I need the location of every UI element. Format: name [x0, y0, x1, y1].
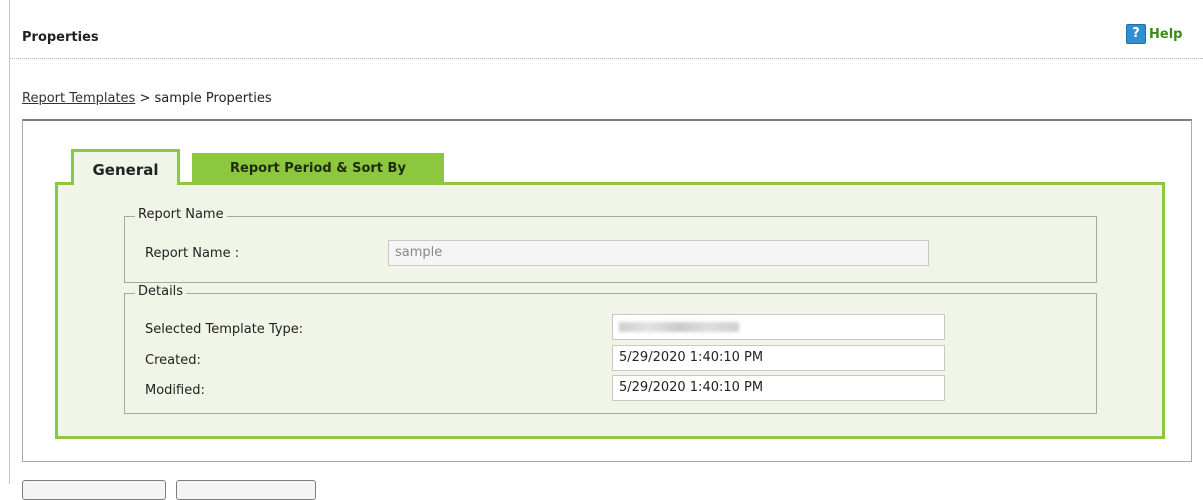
created-label: Created:	[145, 353, 201, 368]
template-type-label: Selected Template Type:	[145, 322, 304, 337]
tab-report-period-sort-by[interactable]: Report Period & Sort By	[192, 153, 444, 185]
report-name-field[interactable]: sample	[388, 240, 929, 266]
report-name-legend: Report Name	[135, 207, 227, 222]
details-fieldset: Details Selected Template Type: Created:…	[124, 284, 1097, 414]
tab-content-general: Report Name Report Name : sample Details…	[55, 182, 1165, 439]
bottom-button-1[interactable]	[22, 480, 166, 500]
tab-general[interactable]: General	[71, 149, 180, 185]
question-mark-icon[interactable]: ?	[1126, 24, 1146, 44]
template-type-field[interactable]	[612, 314, 945, 340]
modified-label: Modified:	[145, 383, 205, 398]
redacted-value	[619, 322, 739, 332]
breadcrumb: Report Templates > sample Properties	[22, 91, 272, 106]
created-field[interactable]: 5/29/2020 1:40:10 PM	[612, 345, 945, 371]
title-divider	[10, 58, 1203, 59]
bottom-button-2[interactable]	[176, 480, 316, 500]
page-left-border	[9, 0, 10, 484]
breadcrumb-link-report-templates[interactable]: Report Templates	[22, 91, 135, 106]
page-title: Properties	[22, 30, 99, 45]
help-link[interactable]: ? Help	[1126, 24, 1182, 44]
report-name-fieldset: Report Name Report Name : sample	[124, 207, 1097, 283]
modified-field[interactable]: 5/29/2020 1:40:10 PM	[612, 375, 945, 401]
report-name-label: Report Name :	[145, 246, 240, 261]
breadcrumb-current: sample Properties	[154, 91, 272, 106]
help-label[interactable]: Help	[1149, 27, 1182, 42]
breadcrumb-separator: >	[139, 91, 151, 106]
details-legend: Details	[135, 284, 187, 299]
